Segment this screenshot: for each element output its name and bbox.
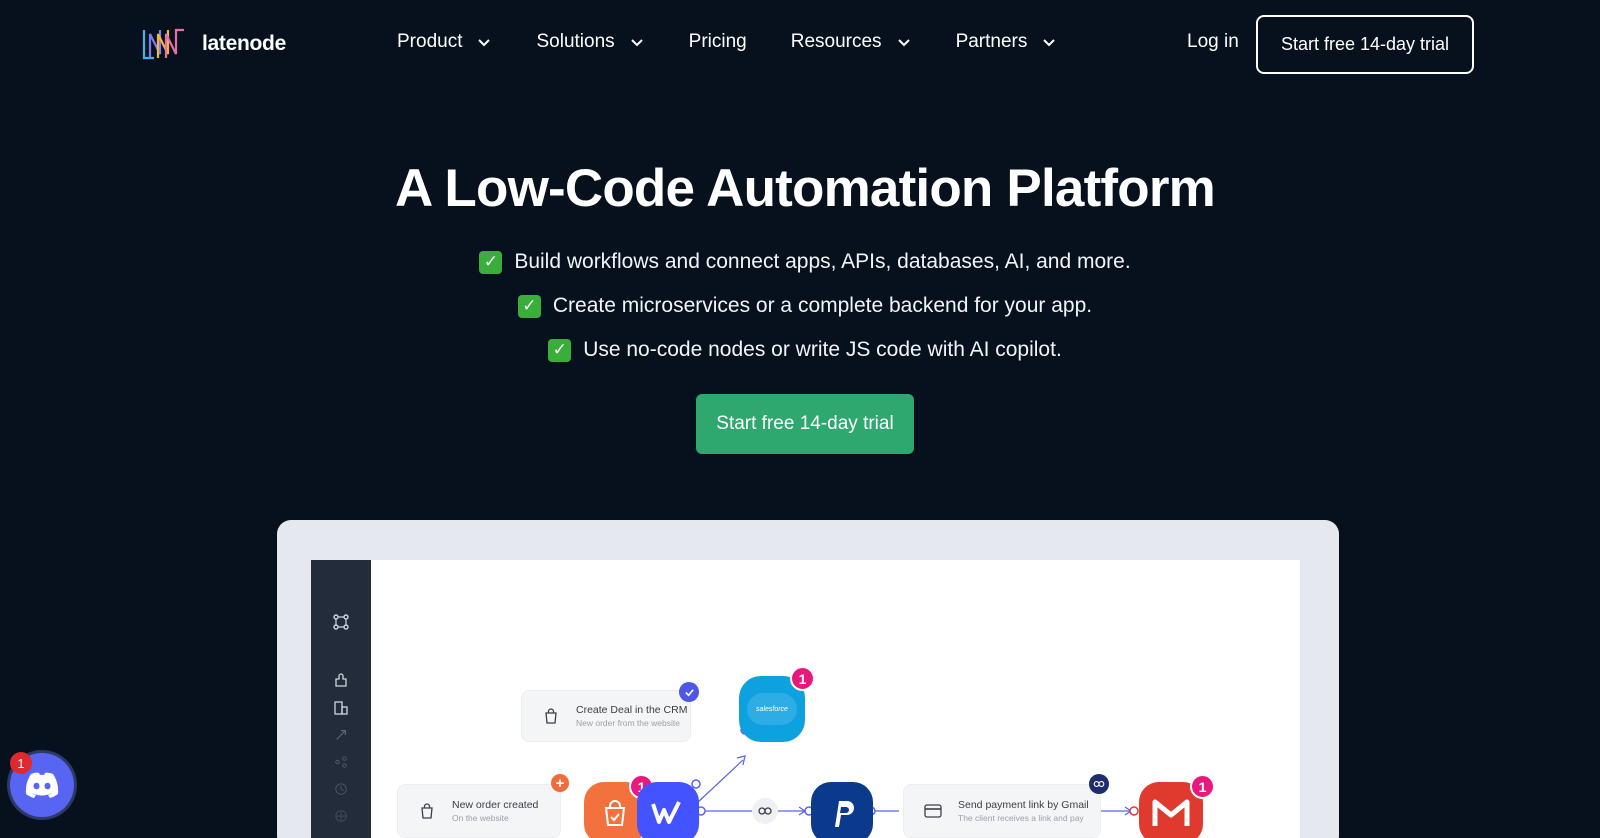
card-title: New order created	[452, 798, 539, 811]
card-text: Send payment link by Gmail The client re…	[958, 799, 1089, 824]
workflow-card-order[interactable]: New order created On the website	[397, 784, 561, 838]
login-link[interactable]: Log in	[1187, 31, 1239, 53]
shopping-bag-icon	[540, 705, 562, 727]
nav-item-solutions[interactable]: Solutions	[536, 31, 644, 53]
link-icon[interactable]	[752, 798, 778, 824]
chevron-down-icon	[897, 39, 910, 47]
app-preview-screen: Create Deal in the CRM New order from th…	[311, 560, 1300, 838]
feature-item: ✓ Build workflows and connect apps, APIs…	[0, 240, 1600, 284]
salesforce-label: salesforce	[747, 693, 797, 725]
card-title: Send payment link by Gmail	[958, 798, 1089, 811]
check-icon: ✓	[479, 250, 503, 274]
feature-text: Build workflows and connect apps, APIs, …	[514, 250, 1131, 273]
paypal-icon[interactable]	[811, 782, 873, 838]
discord-notification-badge: 1	[10, 752, 32, 774]
globe-icon[interactable]	[331, 806, 351, 826]
discord-icon	[25, 772, 59, 798]
main-nav: Product Solutions Pricing Resources Part…	[397, 31, 1057, 53]
add-icon[interactable]: +	[551, 774, 569, 792]
nav-item-partners[interactable]: Partners	[956, 31, 1058, 53]
site-header: latenode Product Solutions Pricing Resou…	[0, 0, 1600, 90]
nav-item-label: Solutions	[536, 31, 615, 52]
hero-title: A Low-Code Automation Platform	[394, 159, 1216, 218]
card-subtitle: On the website	[452, 812, 509, 823]
feature-text: Use no-code nodes or write JS code with …	[583, 338, 1062, 361]
card-subtitle: The client receives a link and pay	[958, 812, 1084, 823]
chevron-down-icon	[1043, 39, 1056, 47]
nav-item-resources[interactable]: Resources	[791, 31, 912, 53]
notification-badge: 1	[790, 666, 815, 691]
history-icon[interactable]	[331, 779, 351, 799]
app-sidebar	[311, 560, 371, 838]
nav-item-label: Product	[397, 31, 463, 52]
brand-name: latenode	[202, 32, 286, 55]
nodes-icon[interactable]	[331, 752, 351, 772]
card-text: New order created On the website	[452, 799, 538, 824]
scenarios-icon[interactable]	[331, 612, 351, 632]
card-text: Create Deal in the CRM New order from th…	[576, 704, 687, 729]
check-icon: ✓	[548, 338, 572, 362]
latenode-logo-icon	[142, 28, 184, 60]
nav-item-label: Resources	[790, 31, 882, 52]
hero-trial-button[interactable]: Start free 14-day trial	[696, 394, 914, 454]
nav-item-product[interactable]: Product	[397, 31, 492, 53]
feature-item: ✓ Create microservices or a complete bac…	[0, 284, 1600, 328]
nav-item-label: Partners	[955, 31, 1028, 52]
feature-item: ✓ Use no-code nodes or write JS code wit…	[0, 328, 1600, 372]
share-icon[interactable]	[331, 725, 351, 745]
building-icon[interactable]	[331, 698, 351, 718]
shopping-bag-icon	[416, 800, 438, 822]
workflow-canvas: Create Deal in the CRM New order from th…	[371, 560, 1300, 838]
link-icon	[1089, 774, 1109, 794]
chevron-down-icon	[630, 39, 643, 47]
chevron-down-icon	[478, 39, 491, 47]
puzzle-icon[interactable]	[331, 670, 351, 690]
webflow-icon[interactable]	[637, 782, 699, 838]
app-preview-frame: Create Deal in the CRM New order from th…	[277, 520, 1339, 838]
nav-item-label: Pricing	[688, 31, 747, 52]
workflow-card-crm[interactable]: Create Deal in the CRM New order from th…	[521, 690, 691, 742]
brand-logo[interactable]: latenode	[140, 26, 286, 62]
workflow-card-payment[interactable]: Send payment link by Gmail The client re…	[903, 784, 1101, 838]
check-icon: ✓	[517, 294, 541, 318]
notification-badge: 1	[1190, 774, 1215, 799]
feature-text: Create microservices or a complete backe…	[552, 294, 1093, 317]
check-icon	[679, 682, 699, 702]
card-title: Create Deal in the CRM	[576, 703, 688, 716]
credit-card-icon	[922, 800, 944, 822]
card-subtitle: New order from the website	[576, 717, 680, 728]
header-trial-button[interactable]: Start free 14-day trial	[1256, 15, 1474, 74]
nav-item-pricing[interactable]: Pricing	[689, 31, 747, 53]
feature-list: ✓ Build workflows and connect apps, APIs…	[0, 240, 1600, 372]
